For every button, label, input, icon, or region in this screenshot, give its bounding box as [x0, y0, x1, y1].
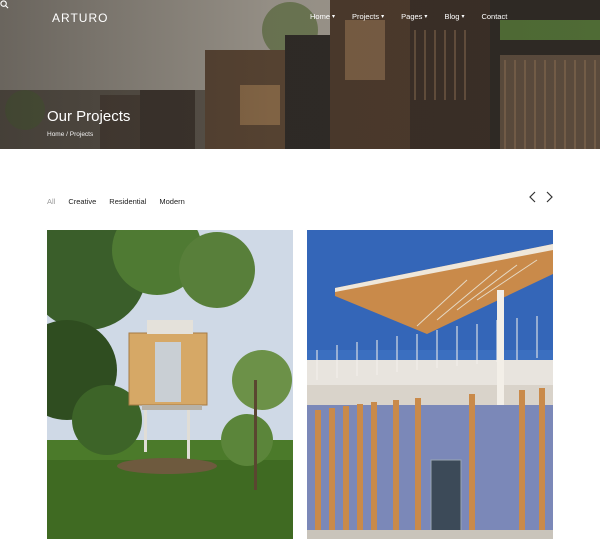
nav-item-projects[interactable]: Projects ▾: [352, 12, 384, 21]
filter-creative[interactable]: Creative: [68, 197, 96, 206]
nav-item-label: Pages: [401, 12, 423, 21]
page-title: Our Projects: [47, 108, 131, 125]
project-card-pavilion[interactable]: [307, 230, 553, 539]
hero-banner: ARTURO Home ▾ Projects ▾ Pages ▾ Blog ▾ Cont…: [0, 0, 600, 149]
chevron-down-icon: ▾: [461, 14, 465, 20]
nav-item-label: Blog: [444, 12, 460, 21]
chevron-left-icon[interactable]: [528, 191, 538, 203]
nav-item-label: Home: [310, 12, 331, 21]
site-logo[interactable]: ARTURO: [52, 11, 108, 25]
treehouse-photo: [47, 230, 293, 539]
nav-item-label: Contact: [481, 12, 508, 21]
filter-residential[interactable]: Residential: [109, 197, 146, 206]
nav-item-blog[interactable]: Blog ▾: [444, 12, 464, 21]
chevron-right-icon[interactable]: [544, 191, 554, 203]
chevron-down-icon: ▾: [332, 14, 336, 20]
filter-modern[interactable]: Modern: [159, 197, 184, 206]
main-nav: Home ▾ Projects ▾ Pages ▾ Blog ▾ Contact: [310, 12, 524, 21]
nav-item-label: Projects: [352, 12, 380, 21]
nav-item-home[interactable]: Home ▾: [310, 12, 335, 21]
breadcrumb[interactable]: Home / Projects: [47, 131, 93, 138]
chevron-down-icon: ▾: [424, 14, 428, 20]
search-icon[interactable]: [0, 0, 9, 9]
nav-item-pages[interactable]: Pages ▾: [401, 12, 427, 21]
project-filters: All Creative Residential Modern: [47, 197, 198, 206]
nav-item-contact[interactable]: Contact: [481, 12, 507, 21]
chevron-down-icon: ▾: [381, 14, 385, 20]
curved-pavilion-photo: [307, 230, 553, 539]
project-card-treehouse[interactable]: [47, 230, 293, 539]
filter-all[interactable]: All: [47, 197, 55, 206]
